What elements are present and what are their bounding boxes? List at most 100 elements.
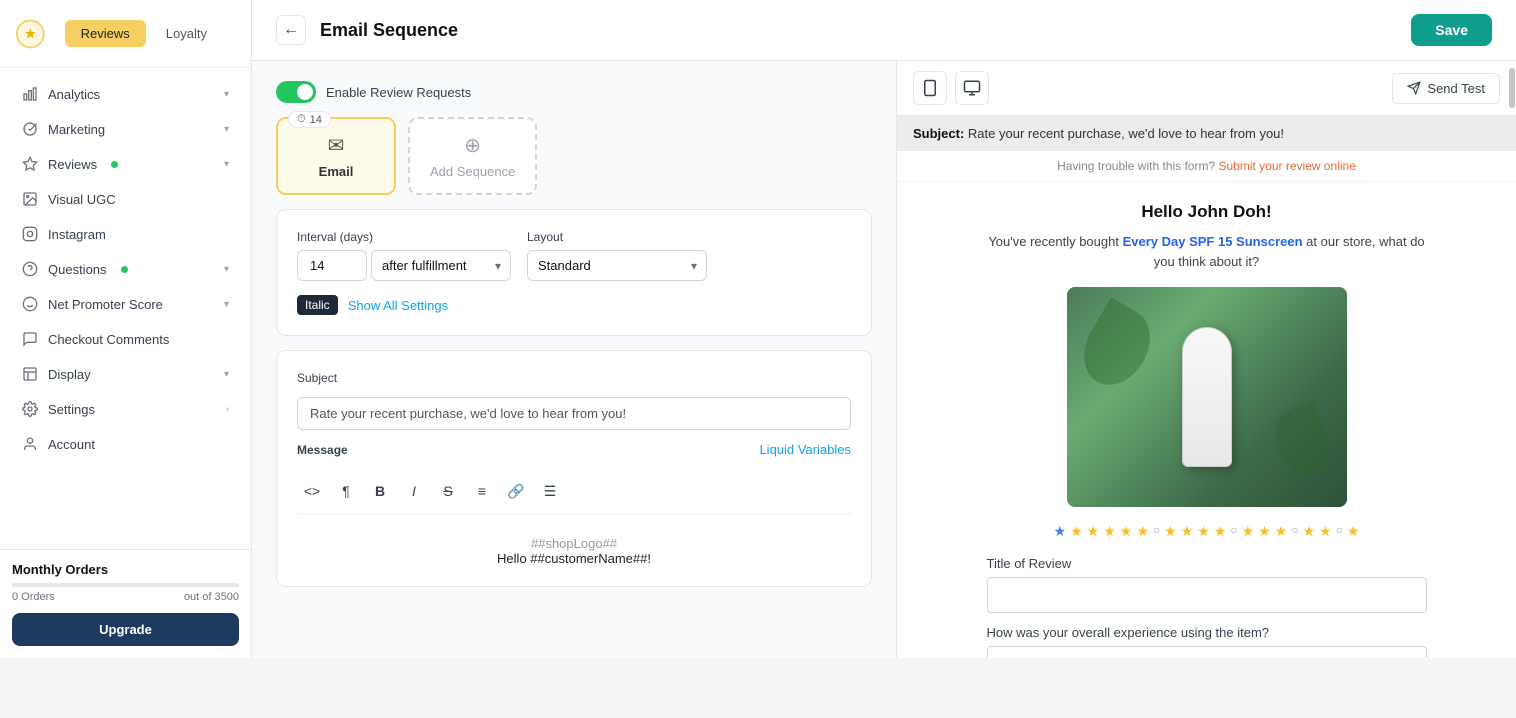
show-all-settings-link[interactable]: Show All Settings	[348, 298, 448, 313]
italic-tooltip: Italic	[297, 295, 338, 315]
smile-icon	[22, 296, 38, 312]
leaf-shape-2	[1266, 401, 1337, 484]
svg-text:★: ★	[24, 26, 37, 42]
title-review-section: Title of Review	[987, 556, 1427, 613]
star-1[interactable]: ★	[1054, 523, 1067, 540]
mobile-device-btn[interactable]	[913, 71, 947, 105]
star-9[interactable]: ★	[1197, 523, 1210, 540]
page-title: Email Sequence	[320, 20, 458, 41]
after-select[interactable]: after fulfillment after order after deli…	[371, 250, 511, 281]
email-card-label: Email	[319, 164, 354, 179]
title-review-input[interactable]	[987, 577, 1427, 613]
star-13[interactable]: ★	[1275, 523, 1288, 540]
mobile-icon	[921, 79, 939, 97]
star-14[interactable]: ★	[1303, 523, 1316, 540]
megaphone-icon	[22, 121, 38, 137]
subject-input[interactable]	[297, 397, 851, 430]
add-sequence-card[interactable]: ⊕ Add Sequence	[408, 117, 537, 195]
desktop-device-btn[interactable]	[955, 71, 989, 105]
overall-exp-input[interactable]	[987, 646, 1427, 658]
trouble-link[interactable]: Submit your review online	[1219, 159, 1356, 173]
subject-label: Subject	[297, 371, 851, 385]
message-body: ##shopLogo## Hello ##customerName##!	[297, 536, 851, 566]
chevron-settings: ›	[226, 404, 229, 415]
star-7[interactable]: ★	[1164, 523, 1177, 540]
subject-message-section: Subject Message Liquid Variables <> ¶ B …	[276, 350, 872, 587]
subject-prefix: Subject:	[913, 126, 964, 141]
code-tool-btn[interactable]: <>	[297, 477, 327, 505]
preview-top-bar: Send Test	[897, 61, 1516, 116]
star-12[interactable]: ★	[1258, 523, 1271, 540]
preview-hello: Hello John Doh!	[987, 202, 1427, 222]
layout-select[interactable]: Standard Minimal Rich	[527, 250, 707, 281]
instagram-icon	[22, 226, 38, 242]
star-6[interactable]: ★	[1136, 523, 1149, 540]
orders-out-of: out of 3500	[184, 591, 239, 603]
app-logo-icon: ★	[16, 18, 45, 50]
preview-subject-text: Rate your recent purchase, we'd love to …	[968, 126, 1284, 141]
nav-tabs: Reviews Loyalty	[53, 12, 235, 55]
interval-input[interactable]	[297, 250, 367, 281]
star-8[interactable]: ★	[1181, 523, 1194, 540]
sidebar-bottom: Monthly Orders 0 Orders out of 3500 Upgr…	[0, 549, 251, 658]
chevron-questions: ▾	[224, 264, 229, 275]
sidebar-item-settings[interactable]: Settings ›	[6, 392, 245, 426]
sidebar-item-instagram[interactable]: Instagram	[6, 217, 245, 251]
email-sequence-card[interactable]: ⏱ 14 ✉ Email	[276, 117, 396, 195]
chevron-analytics: ▾	[224, 89, 229, 100]
title-review-label: Title of Review	[987, 556, 1427, 571]
send-icon	[1407, 81, 1421, 95]
link-tool-btn[interactable]: 🔗	[501, 477, 531, 505]
star-rating-row: ★ ★ ★ ★ ★ ★ ○ ★ ★ ★ ★ ○ ★	[987, 523, 1427, 540]
sidebar-item-account[interactable]: Account	[6, 427, 245, 461]
sidebar-item-visual-ugc[interactable]: Visual UGC	[6, 182, 245, 216]
italic-tool-btn[interactable]: I	[399, 477, 429, 505]
circle-3: ○	[1291, 523, 1298, 540]
sidebar-label-nps: Net Promoter Score	[48, 297, 163, 312]
chevron-display: ▾	[224, 369, 229, 380]
settings-icon	[22, 401, 38, 417]
sidebar-label-analytics: Analytics	[48, 87, 100, 102]
sidebar-item-reviews[interactable]: Reviews ▾	[6, 147, 245, 181]
sidebar-item-analytics[interactable]: Analytics ▾	[6, 77, 245, 111]
add-sequence-label: Add Sequence	[430, 164, 515, 179]
preview-email-body: Hello John Doh! You've recently bought E…	[967, 182, 1447, 658]
star-10[interactable]: ★	[1214, 523, 1227, 540]
align-tool-btn[interactable]: ☰	[535, 477, 565, 505]
paragraph-tool-btn[interactable]: ¶	[331, 477, 361, 505]
interval-field-group: Interval (days) after fulfillment after …	[297, 230, 511, 281]
sidebar-item-marketing[interactable]: Marketing ▾	[6, 112, 245, 146]
send-test-button[interactable]: Send Test	[1392, 73, 1500, 104]
sidebar-item-checkout-comments[interactable]: Checkout Comments	[6, 322, 245, 356]
star-16[interactable]: ★	[1347, 523, 1360, 540]
device-icons	[913, 71, 989, 105]
star-4[interactable]: ★	[1103, 523, 1116, 540]
toggle-slider	[276, 81, 316, 103]
star-5[interactable]: ★	[1120, 523, 1133, 540]
sidebar-item-display[interactable]: Display ▾	[6, 357, 245, 391]
layout-icon	[22, 366, 38, 382]
sidebar-label-display: Display	[48, 367, 91, 382]
chevron-nps: ▾	[224, 299, 229, 310]
star-2[interactable]: ★	[1070, 523, 1083, 540]
star-15[interactable]: ★	[1319, 523, 1332, 540]
back-button[interactable]: ←	[276, 15, 306, 45]
bold-tool-btn[interactable]: B	[365, 477, 395, 505]
product-image	[1067, 287, 1347, 507]
enable-toggle[interactable]	[276, 81, 316, 103]
strikethrough-tool-btn[interactable]: S	[433, 477, 463, 505]
liquid-variables-link[interactable]: Liquid Variables	[759, 442, 851, 457]
sidebar-item-questions[interactable]: Questions ▾	[6, 252, 245, 286]
tab-reviews[interactable]: Reviews	[65, 20, 146, 47]
product-link[interactable]: Every Day SPF 15 Sunscreen	[1123, 234, 1303, 249]
star-3[interactable]: ★	[1087, 523, 1100, 540]
save-button[interactable]: Save	[1411, 14, 1492, 46]
sidebar-item-nps[interactable]: Net Promoter Score ▾	[6, 287, 245, 321]
enable-label: Enable Review Requests	[326, 85, 471, 100]
list-tool-btn[interactable]: ≡	[467, 477, 497, 505]
star-icon	[22, 156, 38, 172]
upgrade-button[interactable]: Upgrade	[12, 613, 239, 646]
tab-loyalty[interactable]: Loyalty	[150, 20, 223, 47]
star-11[interactable]: ★	[1242, 523, 1255, 540]
chevron-reviews: ▾	[224, 159, 229, 170]
